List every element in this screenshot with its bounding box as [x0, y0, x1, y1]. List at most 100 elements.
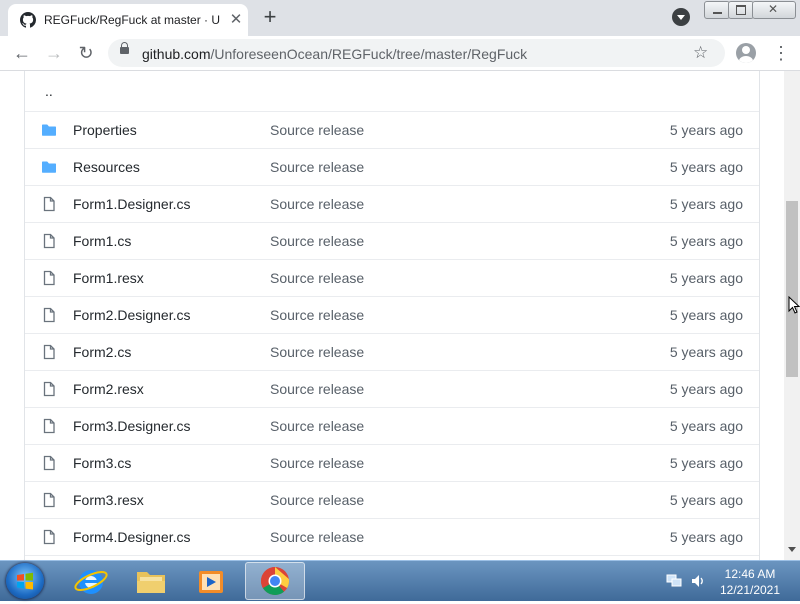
- commit-age: 5 years ago: [669, 455, 743, 471]
- browser-tab[interactable]: REGFuck/RegFuck at master · UnforeseenOc…: [8, 4, 248, 36]
- media-player-icon[interactable]: [184, 563, 238, 599]
- commit-age: 5 years ago: [669, 418, 743, 434]
- close-window-button[interactable]: [752, 1, 796, 19]
- github-icon: [20, 12, 36, 28]
- parent-directory-link[interactable]: ..: [45, 83, 53, 99]
- windows-explorer-icon[interactable]: [124, 563, 178, 599]
- commit-age: 5 years ago: [669, 233, 743, 249]
- start-button[interactable]: [6, 563, 44, 599]
- bookmark-star-icon[interactable]: ☆: [693, 43, 708, 63]
- file-name-link[interactable]: Form4.Designer.cs: [73, 529, 190, 545]
- file-row[interactable]: Form4.Designer.cs Source release 5 years a…: [25, 518, 759, 555]
- commit-message-link[interactable]: Source release: [270, 159, 364, 175]
- network-icon[interactable]: [666, 574, 682, 588]
- commit-message-link[interactable]: Source release: [270, 418, 364, 434]
- file-icon: [43, 529, 55, 545]
- url-text[interactable]: github.com/UnforeseenOcean/REGFuck/tree/…: [142, 46, 527, 62]
- file-icon: [43, 344, 55, 360]
- url-path: /UnforeseenOcean/REGFuck/tree/master/Reg…: [210, 46, 528, 62]
- file-row[interactable]: Form2.resx Source release 5 years ago: [25, 370, 759, 407]
- file-name-link[interactable]: Resources: [73, 159, 140, 175]
- folder-icon: [42, 161, 56, 173]
- volume-icon[interactable]: [690, 573, 706, 589]
- file-icon: [43, 233, 55, 249]
- commit-age: 5 years ago: [669, 122, 743, 138]
- commit-message-link[interactable]: Source release: [270, 233, 364, 249]
- file-name-link[interactable]: Properties: [73, 122, 137, 138]
- file-icon: [43, 418, 55, 434]
- file-icon: [43, 270, 55, 286]
- scroll-down-arrow-icon[interactable]: [788, 547, 796, 552]
- commit-age: 5 years ago: [669, 307, 743, 323]
- lock-icon[interactable]: [120, 42, 129, 54]
- file-icon: [43, 492, 55, 508]
- file-icon: [43, 196, 55, 212]
- browser-menu-icon[interactable]: ⋮: [772, 43, 790, 63]
- commit-message-link[interactable]: Source release: [270, 196, 364, 212]
- commit-message-link[interactable]: Source release: [270, 455, 364, 471]
- scrollbar-thumb[interactable]: [786, 201, 798, 377]
- file-row[interactable]: Form1.resx Source release 5 years ago: [25, 259, 759, 296]
- clock-date: 12/21/2021: [719, 583, 781, 597]
- commit-age: 5 years ago: [669, 492, 743, 508]
- url-host: github.com: [142, 46, 211, 62]
- file-row[interactable]: Resources Source release 5 years ago: [25, 148, 759, 185]
- file-name-link[interactable]: Form2.cs: [73, 344, 131, 360]
- commit-message-link[interactable]: Source release: [270, 529, 364, 545]
- tab-search-icon[interactable]: [672, 8, 690, 26]
- commit-age: 5 years ago: [669, 159, 743, 175]
- file-list: .. Properties Source release 5 years ago Re…: [24, 71, 760, 560]
- reload-icon[interactable]: ↻: [76, 43, 96, 63]
- system-clock[interactable]: 12:46 AM 12/21/2021: [712, 566, 788, 598]
- close-tab-icon[interactable]: ✕: [228, 12, 244, 28]
- file-name-link[interactable]: Form2.resx: [73, 381, 144, 397]
- internet-explorer-icon[interactable]: [64, 563, 118, 599]
- file-row[interactable]: Form3.cs Source release 5 years ago: [25, 444, 759, 481]
- commit-message-link[interactable]: Source release: [270, 270, 364, 286]
- file-name-link[interactable]: Form1.resx: [73, 270, 144, 286]
- windows-logo-icon: [17, 572, 33, 590]
- commit-message-link[interactable]: Source release: [270, 307, 364, 323]
- commit-age: 5 years ago: [669, 270, 743, 286]
- file-name-link[interactable]: Form1.Designer.cs: [73, 196, 190, 212]
- file-name-link[interactable]: Form3.cs: [73, 455, 131, 471]
- browser-toolbar: ← → ↻ github.com/UnforeseenOcean/REGFuck…: [0, 36, 800, 71]
- folder-icon: [42, 124, 56, 136]
- clock-time: 12:46 AM: [724, 567, 776, 581]
- forward-arrow-icon[interactable]: →: [44, 43, 64, 63]
- maximize-button[interactable]: [728, 1, 754, 19]
- vertical-scrollbar[interactable]: [784, 71, 800, 560]
- file-icon: [43, 455, 55, 471]
- mouse-cursor-icon: [788, 296, 800, 314]
- profile-avatar-icon[interactable]: [736, 43, 756, 63]
- file-icon: [43, 381, 55, 397]
- new-tab-button[interactable]: +: [260, 6, 280, 28]
- file-name-link[interactable]: Form3.Designer.cs: [73, 418, 190, 434]
- commit-message-link[interactable]: Source release: [270, 122, 364, 138]
- windows-taskbar: 12:46 AM 12/21/2021: [0, 560, 800, 601]
- commit-age: 5 years ago: [669, 529, 743, 545]
- chrome-icon[interactable]: [245, 562, 305, 600]
- file-row[interactable]: Form2.Designer.cs Source release 5 years a…: [25, 296, 759, 333]
- address-bar[interactable]: github.com/UnforeseenOcean/REGFuck/tree/…: [108, 39, 725, 67]
- tab-title: REGFuck/RegFuck at master · UnforeseenOc…: [44, 13, 220, 27]
- parent-directory-row[interactable]: ..: [25, 71, 759, 111]
- minimize-button[interactable]: [704, 1, 730, 19]
- file-name-link[interactable]: Form3.resx: [73, 492, 144, 508]
- file-row[interactable]: Form1.Designer.cs Source release 5 years a…: [25, 185, 759, 222]
- file-icon: [43, 307, 55, 323]
- commit-message-link[interactable]: Source release: [270, 344, 364, 360]
- file-name-link[interactable]: Form2.Designer.cs: [73, 307, 190, 323]
- file-name-link[interactable]: Form1.cs: [73, 233, 131, 249]
- commit-message-link[interactable]: Source release: [270, 492, 364, 508]
- back-arrow-icon[interactable]: ←: [12, 43, 32, 63]
- page-content: .. Properties Source release 5 years ago Re…: [0, 71, 784, 560]
- file-row[interactable]: Form2.cs Source release 5 years ago: [25, 333, 759, 370]
- file-row[interactable]: Form3.resx Source release 5 years ago: [25, 481, 759, 518]
- commit-message-link[interactable]: Source release: [270, 381, 364, 397]
- commit-age: 5 years ago: [669, 381, 743, 397]
- file-row[interactable]: Form1.cs Source release 5 years ago: [25, 222, 759, 259]
- file-row[interactable]: Properties Source release 5 years ago: [25, 111, 759, 148]
- tab-strip: REGFuck/RegFuck at master · UnforeseenOc…: [0, 0, 800, 36]
- file-row[interactable]: Form3.Designer.cs Source release 5 years a…: [25, 407, 759, 444]
